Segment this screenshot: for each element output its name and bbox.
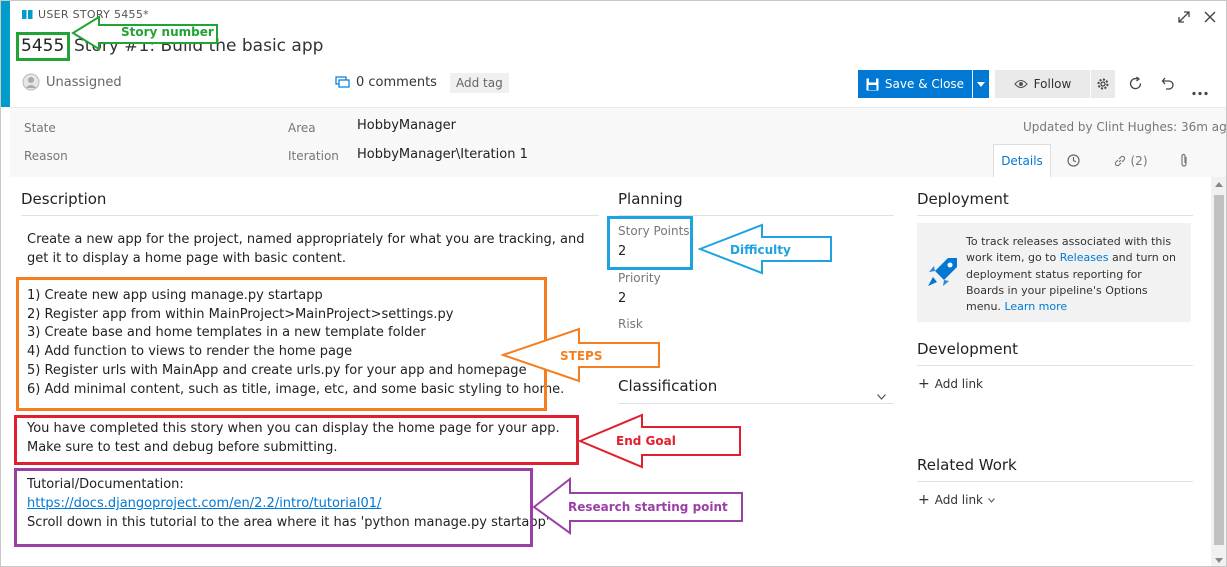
state-value[interactable] — [86, 118, 186, 138]
rocket-icon — [926, 255, 960, 293]
comments-count: 0 comments — [356, 75, 437, 90]
more-actions-icon[interactable] — [1192, 81, 1208, 96]
story-number-annotation-box — [16, 32, 70, 61]
reason-label: Reason — [24, 149, 68, 163]
comment-icon — [335, 75, 350, 88]
history-icon — [1066, 154, 1080, 167]
steps-annotation-box — [16, 277, 547, 411]
plus-icon: + — [918, 492, 930, 508]
difficulty-annotation-box — [607, 216, 693, 270]
deployment-heading: Deployment — [917, 190, 1009, 208]
development-heading: Development — [917, 340, 1018, 358]
development-add-link[interactable]: + Add link — [918, 376, 983, 392]
plus-icon: + — [918, 376, 930, 392]
planning-heading: Planning — [618, 190, 683, 208]
tab-details[interactable]: Details — [993, 144, 1051, 177]
deployment-message: To track releases associated with this w… — [966, 234, 1181, 315]
save-close-button[interactable]: Save & Close — [858, 70, 972, 98]
scrollbar[interactable] — [1211, 177, 1226, 566]
save-close-label: Save & Close — [884, 77, 965, 91]
end-goal-annotation-label: End Goal — [616, 434, 676, 448]
related-work-divider — [917, 481, 1193, 482]
area-value[interactable]: HobbyManager — [357, 118, 456, 133]
add-tag-button[interactable]: Add tag — [450, 73, 509, 93]
deployment-divider — [917, 215, 1193, 216]
refresh-icon[interactable] — [1128, 76, 1143, 91]
iteration-value[interactable]: HobbyManager\Iteration 1 — [357, 147, 528, 162]
scrollbar-thumb[interactable] — [1214, 195, 1224, 545]
development-add-link-label: Add link — [934, 377, 984, 391]
follow-button[interactable]: Follow — [995, 70, 1090, 98]
description-divider — [21, 215, 599, 216]
assignee-label: Unassigned — [46, 74, 122, 90]
close-icon[interactable] — [1203, 9, 1217, 23]
related-add-link[interactable]: + Add link — [918, 492, 995, 508]
chevron-down-icon[interactable] — [877, 385, 886, 404]
story-number-annotation-label: Story number — [121, 25, 214, 39]
priority-value[interactable]: 2 — [618, 291, 626, 306]
chevron-down-icon — [977, 81, 985, 87]
expand-icon[interactable] — [1177, 9, 1191, 23]
updated-by: Updated by Clint Hughes: 36m ago — [1023, 120, 1227, 134]
avatar-icon — [22, 73, 40, 91]
description-heading: Description — [21, 190, 107, 208]
description-intro[interactable]: Create a new app for the project, named … — [27, 230, 595, 268]
follow-label: Follow — [1033, 77, 1072, 91]
tab-history[interactable] — [1053, 144, 1093, 177]
scroll-down-arrow[interactable] — [1215, 558, 1223, 563]
related-work-heading: Related Work — [917, 456, 1017, 474]
classification-divider — [618, 403, 894, 404]
scroll-up-arrow[interactable] — [1215, 182, 1223, 187]
research-annotation-label: Research starting point — [568, 500, 728, 514]
assignee[interactable]: Unassigned — [22, 73, 122, 91]
development-divider — [917, 365, 1193, 366]
state-label: State — [24, 121, 56, 135]
difficulty-annotation-label: Difficulty — [730, 243, 791, 257]
eye-icon — [1013, 79, 1028, 89]
related-add-link-label: Add link — [934, 493, 984, 507]
chevron-down-icon — [988, 497, 995, 503]
comments-link[interactable]: 0 comments — [335, 75, 437, 90]
iteration-label: Iteration — [288, 149, 339, 163]
priority-label: Priority — [618, 271, 661, 285]
tab-links[interactable]: (2) — [1101, 144, 1159, 177]
area-label: Area — [288, 121, 316, 135]
tab-attachments[interactable] — [1167, 144, 1201, 177]
tab-links-count: (2) — [1130, 153, 1148, 168]
end-goal-annotation-box — [14, 415, 579, 465]
learn-more-link[interactable]: Learn more — [1004, 300, 1067, 313]
research-annotation-box — [14, 468, 533, 547]
undo-icon[interactable] — [1160, 76, 1175, 91]
reason-value[interactable] — [86, 146, 186, 166]
work-item-dialog: USER STORY 5455* 5455 Story #1: Build th… — [0, 0, 1227, 567]
gear-icon — [1097, 78, 1109, 90]
paperclip-icon — [1181, 153, 1187, 167]
save-icon — [866, 78, 879, 90]
save-dropdown-button[interactable] — [973, 70, 989, 98]
link-icon — [1114, 155, 1125, 166]
steps-annotation-label: STEPS — [560, 349, 603, 363]
settings-button[interactable] — [1091, 70, 1115, 98]
work-item-type-color-bar — [1, 1, 10, 107]
book-icon — [22, 10, 33, 19]
releases-link[interactable]: Releases — [1060, 251, 1109, 264]
tab-details-label: Details — [1001, 154, 1043, 168]
